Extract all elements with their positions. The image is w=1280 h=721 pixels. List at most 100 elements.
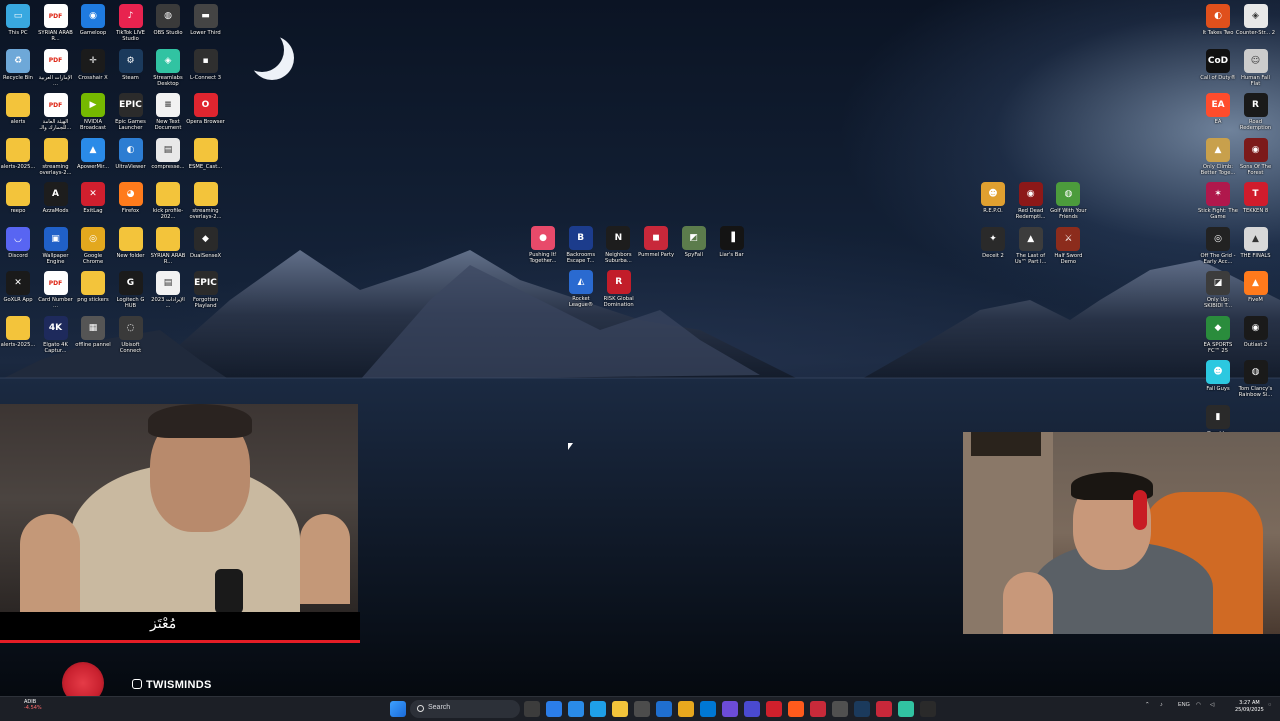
desktop-icon-tiktok-live[interactable]: ♪ TikTok LIVE Studio	[111, 4, 151, 42]
desktop-icon-ultraviewer[interactable]: ◐ UltraViewer	[111, 137, 151, 170]
clock[interactable]: 3:27 AM 25/09/2025	[1235, 700, 1264, 714]
desktop-icon-esme-cast[interactable]: ESME_Cast...	[186, 137, 226, 170]
desktop-icon-syrian-arab-2[interactable]: SYRIAN ARAB R...	[148, 226, 188, 265]
wifi-icon[interactable]: ◠	[1196, 702, 1201, 708]
start-button[interactable]	[390, 701, 406, 717]
taskbar-app-icon[interactable]	[700, 701, 716, 717]
taskbar-app-icon[interactable]	[722, 701, 738, 717]
desktop-icon-ubisoft[interactable]: ◌ Ubisoft Connect	[111, 315, 151, 354]
desktop-icon-rainbow6[interactable]: ◍ Tom Clancy's Rainbow Si...	[1236, 360, 1276, 398]
desktop-icon-backrooms[interactable]: B Backrooms Escape T...	[561, 226, 601, 264]
desktop-icon-card-number[interactable]: PDF Card Number ...	[36, 271, 76, 309]
desktop-icon-elgato[interactable]: 4K Elgato 4K Captur...	[36, 315, 76, 354]
desktop-icon-recycle-bin[interactable]: ♻ Recycle Bin	[0, 48, 38, 81]
desktop-icon-pushing-it[interactable]: ● Pushing It! Together...	[523, 226, 563, 264]
desktop-icon-only-climb[interactable]: ▲ Only Climb: Better Toge...	[1198, 137, 1238, 176]
desktop-icon-nvidia-broadcast[interactable]: ▶ NVIDIA Broadcast	[73, 93, 113, 131]
desktop-icon-half-sword[interactable]: ⚔ Half Sword Demo	[1048, 226, 1088, 265]
desktop-icon-reepo[interactable]: reepo	[0, 182, 38, 214]
taskbar-app-icon[interactable]	[766, 701, 782, 717]
desktop-icon-apowermirror[interactable]: ▲ ApowerMir...	[73, 137, 113, 170]
desktop-icon-lower-third[interactable]: ▬ Lower Third	[186, 4, 226, 36]
desktop-icon-png-stickers[interactable]: png stickers	[73, 271, 113, 303]
desktop-icon-l-connect[interactable]: ▪ L-Connect 3	[186, 48, 226, 81]
desktop-icon-sons-of-forest[interactable]: ◉ Sons Of The Forest	[1236, 137, 1276, 176]
desktop-icon-azzamods[interactable]: A AzzaMods	[36, 182, 76, 214]
desktop-icon-firefox[interactable]: ◕ Firefox	[111, 182, 151, 214]
desktop-icon-tekken8[interactable]: T TEKKEN 8	[1236, 182, 1276, 214]
desktop-icon-tlou[interactable]: ▲ The Last of Us™ Part I...	[1011, 226, 1051, 265]
taskbar-app-icon[interactable]	[920, 701, 936, 717]
volume-icon[interactable]: ◁	[1210, 702, 1214, 708]
taskbar-app-icon[interactable]	[612, 701, 628, 717]
desktop-icon-alerts[interactable]: alerts	[0, 93, 38, 125]
desktop-icon-repo[interactable]: ☻ R.E.P.O.	[973, 182, 1013, 214]
desktop-icon-deceit2[interactable]: ✦ Deceit 2	[973, 226, 1013, 259]
taskbar-app-icon[interactable]	[656, 701, 672, 717]
desktop-icon-streamlabs[interactable]: ◈ Streamlabs Desktop	[148, 48, 188, 87]
stock-widget[interactable]: ADIB -4.54%	[24, 699, 42, 711]
desktop-icon-stick-fight[interactable]: ✶ Stick Fight: The Game	[1198, 182, 1238, 220]
desktop-icon-off-the-grid[interactable]: ◎ Off The Grid - Early Acc...	[1198, 226, 1238, 265]
desktop-icon-syrian-arab-1[interactable]: PDF SYRIAN ARAB R...	[36, 4, 76, 42]
tray-mic-icon[interactable]: ♪	[1160, 702, 1163, 708]
search-input[interactable]: Search	[410, 700, 520, 718]
desktop-icon-steam[interactable]: ⚙ Steam	[111, 48, 151, 81]
notification-icon[interactable]: ◌	[1268, 702, 1271, 708]
desktop-icon-liars-bar[interactable]: ▐ Liar's Bar	[712, 226, 752, 258]
desktop-icon-rdr[interactable]: ◉ Red Dead Redempti...	[1011, 182, 1051, 220]
desktop-icon-dualsensex[interactable]: ◆ DualSenseX	[186, 226, 226, 259]
desktop-icon-goxlr[interactable]: ✕ GoXLR App	[0, 271, 38, 303]
desktop-icon-rocket-league[interactable]: ◭ Rocket League®	[561, 270, 601, 308]
desktop-icon-discord[interactable]: ◡ Discord	[0, 226, 38, 259]
desktop-icon-compress[interactable]: ▤ compresse...	[148, 137, 188, 170]
desktop-icon-fivem[interactable]: ▲ FiveM	[1236, 271, 1276, 303]
desktop-icon-only-up[interactable]: ◪ Only Up: SKIBIDI T...	[1198, 271, 1238, 309]
desktop-icon-road-redemption[interactable]: R Road Redemption	[1236, 93, 1276, 131]
desktop-icon-spyfall[interactable]: ◩ SpyFall	[674, 226, 714, 258]
desktop-icon-alerts-2025-2[interactable]: alerts-2025...	[0, 315, 38, 348]
desktop-icon-alerts-2025[interactable]: alerts-2025...	[0, 137, 38, 170]
desktop-icon-this-pc[interactable]: ▭ This PC	[0, 4, 38, 36]
desktop-icon-arabic-pdf-2[interactable]: PDF الهيئة العامة للجمارك والـ...	[36, 93, 76, 131]
taskbar-app-icon[interactable]	[524, 701, 540, 717]
desktop-icon-epic-games[interactable]: EPIC Epic Games Launcher	[111, 93, 151, 131]
taskbar-app-icon[interactable]	[788, 701, 804, 717]
desktop-icon-forgotten-playland[interactable]: EPIC Forgotten Playland	[186, 271, 226, 309]
desktop-icon-crosshair-x[interactable]: ✛ Crosshair X	[73, 48, 113, 81]
taskbar-app-icon[interactable]	[590, 701, 606, 717]
desktop-icon-the-finals[interactable]: ▲ THE FINALS	[1236, 226, 1276, 259]
taskbar-app-icon[interactable]	[678, 701, 694, 717]
desktop-icon-human-fall-flat[interactable]: ☺ Human Fall Flat	[1236, 48, 1276, 87]
desktop-icon-arabic-pdf-1[interactable]: PDF الإمارات العربية ...	[36, 48, 76, 87]
desktop-icon-streaming-overlays-2[interactable]: streaming overlays-2...	[186, 182, 226, 220]
desktop-icon-obs[interactable]: ◍ OBS Studio	[148, 4, 188, 36]
desktop-icon-wallpaper-engine[interactable]: ▣ Wallpaper Engine	[36, 226, 76, 265]
desktop-icon-exitlag[interactable]: ✕ ExitLag	[73, 182, 113, 214]
tray-chevron-icon[interactable]: ⌃	[1145, 702, 1150, 708]
language-indicator[interactable]: ENG	[1178, 702, 1190, 708]
desktop-icon-gameloop[interactable]: ◉ Gameloop	[73, 4, 113, 36]
desktop-icon-logitech-g-hub[interactable]: G Logitech G HUB	[111, 271, 151, 309]
desktop-icon-kick-profile[interactable]: kick profile-202...	[148, 182, 188, 220]
taskbar-app-icon[interactable]	[546, 701, 562, 717]
desktop-icon-neighbors[interactable]: N Neighbors Suburba...	[598, 226, 638, 264]
desktop-icon-cod[interactable]: CoD Call of Duty®	[1198, 48, 1238, 81]
desktop-icon-cs2[interactable]: ◈ Counter-Str... 2	[1236, 4, 1276, 36]
taskbar-app-icon[interactable]	[810, 701, 826, 717]
taskbar-app-icon[interactable]	[744, 701, 760, 717]
desktop-icon-streaming-overlays-1[interactable]: streaming overlays-2...	[36, 137, 76, 176]
desktop-icon-opera[interactable]: O Opera Browser	[186, 93, 226, 125]
desktop-icon-arabic-doc[interactable]: ▤ الإيرادات 2023 ...	[148, 271, 188, 309]
taskbar-app-icon[interactable]	[832, 701, 848, 717]
desktop-icon-it-takes-two[interactable]: ◐ It Takes Two	[1198, 4, 1238, 36]
taskbar-app-icon[interactable]	[854, 701, 870, 717]
taskbar-app-icon[interactable]	[898, 701, 914, 717]
desktop-icon-golf-friends[interactable]: ◍ Golf With Your Friends	[1048, 182, 1088, 220]
taskbar-app-icon[interactable]	[568, 701, 584, 717]
desktop-icon-risk[interactable]: R RISK Global Domination	[599, 270, 639, 308]
desktop-icon-chrome[interactable]: ◎ Google Chrome	[73, 226, 113, 265]
desktop-icon-outlast2[interactable]: ◉ Outlast 2	[1236, 315, 1276, 348]
taskbar-app-icon[interactable]	[876, 701, 892, 717]
desktop-icon-pummel-party[interactable]: ◼ Pummel Party	[636, 226, 676, 258]
